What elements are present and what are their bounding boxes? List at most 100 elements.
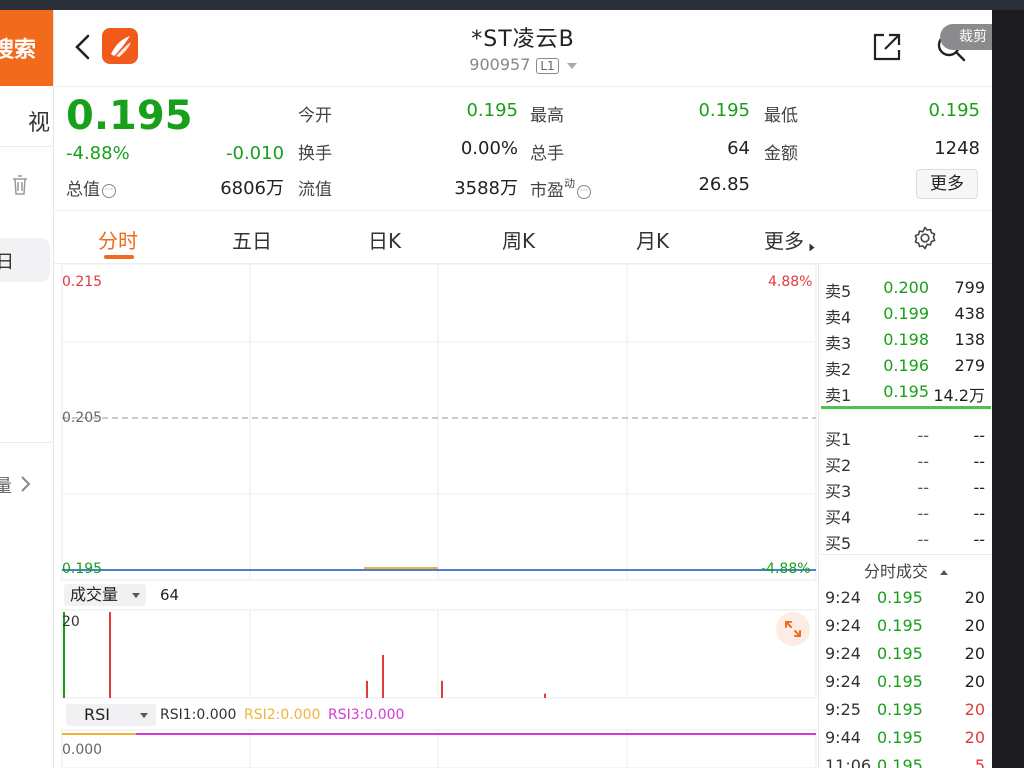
rsi3-value: RSI3:0.000: [328, 707, 405, 723]
ask-row: 卖3 0.198 138: [825, 330, 985, 353]
low-label: 最低: [764, 106, 798, 126]
rsi-axis-value: 0.000: [62, 742, 103, 758]
trade-row: 11:06 0.195 5: [825, 756, 985, 768]
stock-name: *ST凌云B: [471, 27, 575, 52]
pe-value: 26.85: [698, 174, 750, 195]
market-cap-value: 6806万: [220, 178, 284, 199]
y-axis-mid: 0.205: [62, 410, 103, 426]
turnover-value: 0.00%: [460, 138, 518, 159]
tab-more[interactable]: 更多: [764, 225, 816, 254]
quote-panel: 0.195 -4.88% -0.010 今开 0.195 最高 0.195 最低…: [54, 86, 992, 210]
volume-axis-max: 20: [62, 614, 80, 630]
bid-row: 买4 -- --: [825, 504, 985, 527]
volume-value: 64: [160, 586, 180, 604]
open-value: 0.195: [466, 100, 518, 121]
high-value: 0.195: [698, 100, 750, 121]
chevron-down-icon[interactable]: [566, 62, 577, 69]
window-edge: [992, 10, 1024, 768]
y-axis-bottom: 0.195: [62, 561, 103, 577]
volume-bar: [382, 655, 384, 698]
side-more-label: 量: [0, 472, 12, 498]
volume-bar: [109, 612, 111, 698]
divider: [0, 146, 53, 147]
trade-row: 9:25 0.195 20: [825, 700, 985, 719]
stock-code-row[interactable]: 900957 L1: [54, 55, 992, 74]
turnover-label: 换手: [298, 144, 332, 164]
amount-label: 金额: [764, 144, 798, 164]
trade-row: 9:24 0.195 20: [825, 644, 985, 663]
side-search-button[interactable]: 搜索: [0, 10, 53, 86]
amount-value: 1248: [934, 138, 980, 159]
rsi2-value: RSI2:0.000: [244, 707, 321, 723]
side-panel: 搜索 视 日 量: [0, 10, 54, 768]
pct-axis-top: 4.88%: [768, 274, 813, 290]
tab-active-indicator: [104, 255, 134, 259]
trade-row: 9:24 0.195 20: [825, 672, 985, 691]
tab-weekly-k[interactable]: 周K: [502, 225, 535, 254]
trades-header[interactable]: 分时成交: [819, 554, 992, 588]
rsi-indicator-select[interactable]: RSI: [66, 704, 156, 726]
book-separator: [821, 406, 991, 409]
tab-monthly-k[interactable]: 月K: [636, 225, 669, 254]
market-cap-label[interactable]: 总值 ···: [66, 175, 116, 200]
float-cap-label: 流值: [298, 180, 332, 200]
chevron-down-icon: [140, 713, 148, 718]
volume-bar: [366, 680, 368, 698]
level-badge: L1: [536, 58, 559, 74]
volume-indicator-select[interactable]: 成交量: [64, 584, 147, 606]
volume-bar: [441, 680, 443, 698]
trade-row: 9:44 0.195 20: [825, 728, 985, 747]
chart-tabs: 分时 五日 日K 周K 月K 更多: [54, 210, 992, 264]
ask-row: 卖1 0.195 14.2万: [825, 382, 985, 405]
total-hands-label: 总手: [530, 144, 564, 164]
chevron-right-icon[interactable]: [16, 472, 34, 496]
ask-row: 卖2 0.196 279: [825, 356, 985, 379]
crop-button[interactable]: 裁剪: [940, 24, 992, 50]
pct-axis-bottom: -4.88%: [761, 561, 811, 577]
pe-label[interactable]: 市盈动···: [530, 175, 591, 201]
low-value: 0.195: [928, 100, 980, 121]
change-percent: -4.88%: [66, 143, 130, 164]
open-label: 今开: [298, 106, 332, 126]
change-amount: -0.010: [226, 143, 285, 164]
tab-five-day[interactable]: 五日: [232, 225, 272, 254]
bid-row: 买5 -- --: [825, 530, 985, 553]
chart-grid: [61, 264, 817, 768]
order-book: 卖5 0.200 799 卖4 0.199 438 卖3 0.198 138 卖2 0.196…: [818, 264, 992, 768]
more-info-icon[interactable]: ···: [577, 185, 591, 199]
side-chip[interactable]: 日: [0, 238, 50, 282]
bid-row: 买1 -- --: [825, 426, 985, 449]
trade-row: 9:24 0.195 20: [825, 588, 985, 607]
ask-row: 卖4 0.199 438: [825, 304, 985, 327]
rsi1-value: RSI1:0.000: [160, 707, 237, 723]
intraday-chart[interactable]: 0.215 4.88% 0.205 0.195 -4.88% 成交量 64 20…: [54, 264, 818, 768]
stock-detail-page: *ST凌云B 900957 L1 裁剪 0.195 -4.88% -0.010 今…: [54, 10, 992, 768]
divider: [0, 442, 53, 443]
status-bar: [0, 0, 1024, 10]
expand-icon: [785, 621, 801, 637]
more-info-icon[interactable]: ···: [102, 184, 116, 198]
more-button[interactable]: 更多: [916, 169, 978, 199]
tab-intraday[interactable]: 分时: [98, 225, 138, 254]
chevron-up-icon: [940, 570, 948, 575]
share-icon[interactable]: [870, 30, 904, 64]
tab-daily-k[interactable]: 日K: [368, 225, 401, 254]
chart-svg: [61, 264, 817, 768]
ask-row: 卖5 0.200 799: [825, 278, 985, 301]
bid-row: 买3 -- --: [825, 478, 985, 501]
y-axis-top: 0.215: [62, 274, 103, 290]
trash-icon[interactable]: [10, 173, 30, 197]
volume-bar: [544, 693, 546, 698]
last-price: 0.195: [66, 93, 193, 139]
total-hands-value: 64: [727, 138, 750, 159]
bid-row: 买2 -- --: [825, 452, 985, 475]
expand-button[interactable]: [776, 612, 810, 646]
high-label: 最高: [530, 106, 564, 126]
chevron-down-icon: [132, 593, 141, 598]
stock-code: 900957: [469, 55, 531, 74]
corner-triangle-icon: [809, 243, 815, 252]
side-video-label[interactable]: 视: [28, 105, 50, 137]
trade-row: 9:24 0.195 20: [825, 616, 985, 635]
gear-icon[interactable]: [912, 225, 938, 251]
float-cap-value: 3588万: [454, 178, 518, 199]
